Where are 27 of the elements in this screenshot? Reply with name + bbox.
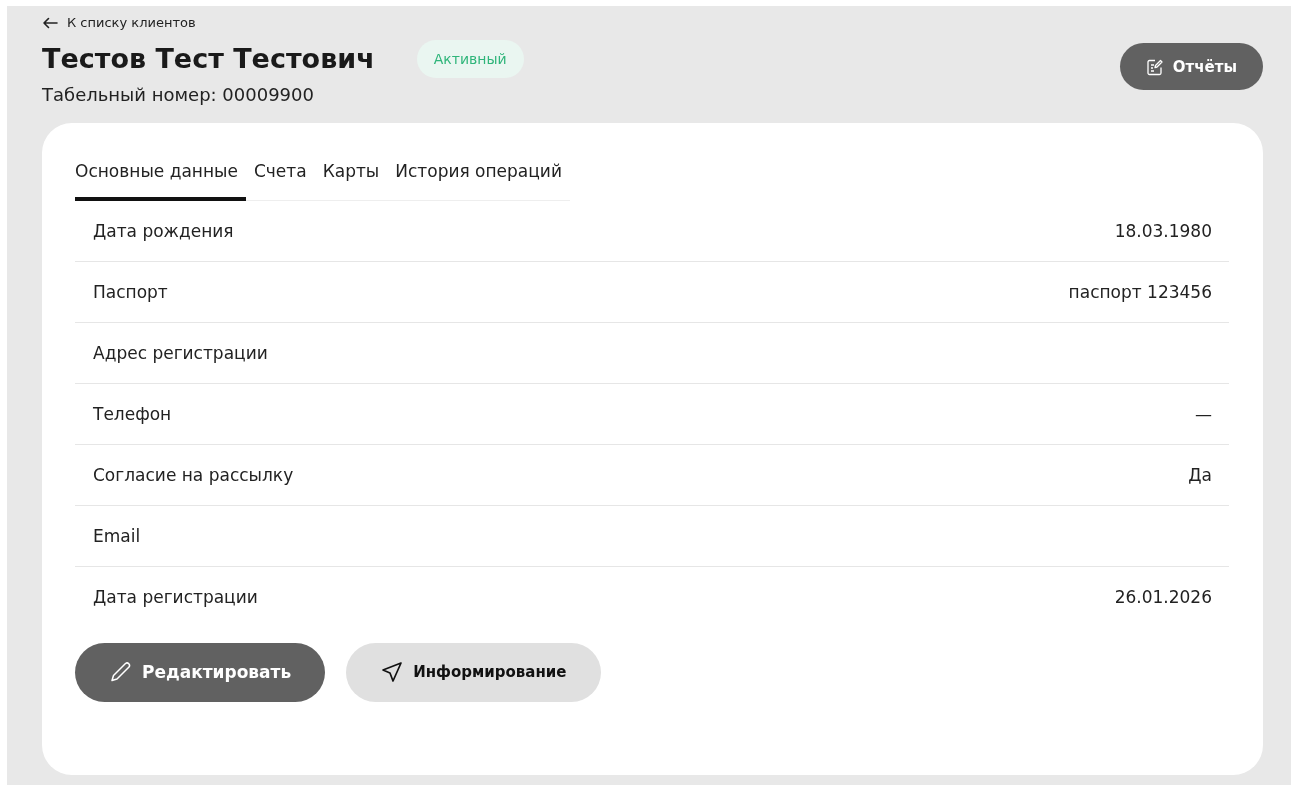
field-label: Телефон (93, 403, 172, 424)
field-label: Email (93, 525, 141, 546)
field-label: Адрес регистрации (93, 342, 268, 363)
field-label: Согласие на рассылку (93, 464, 294, 485)
back-link[interactable]: К списку клиентов (42, 15, 196, 30)
tab[interactable]: Карты (314, 155, 388, 201)
field-value: 18.03.1980 (1114, 220, 1212, 241)
status-badge: Активный (416, 39, 524, 78)
field-value: 26.01.2026 (1114, 586, 1212, 607)
tab[interactable]: История операций (387, 155, 570, 201)
arrow-left-icon (42, 16, 58, 29)
client-name: Тестов Тест Тестович (42, 43, 375, 74)
tab[interactable]: Основные данные (75, 155, 246, 201)
employee-number: Табельный номер: 00009900 (42, 83, 315, 105)
field-value: — (1195, 403, 1212, 424)
edit-button[interactable]: Редактировать (75, 642, 326, 702)
field-label: Дата рождения (93, 220, 234, 241)
reports-button[interactable]: Отчёты (1119, 43, 1263, 90)
notify-button[interactable]: Информирование (346, 642, 601, 702)
field-label: Паспорт (93, 281, 168, 302)
paper-plane-icon (380, 660, 405, 684)
tab[interactable]: Счета (245, 155, 315, 201)
pencil-icon (109, 660, 133, 684)
field-value: паспорт 123456 (1068, 281, 1212, 302)
report-edit-icon (1145, 57, 1164, 76)
field-value: Да (1188, 464, 1212, 485)
field-label: Дата регистрации (93, 586, 258, 607)
